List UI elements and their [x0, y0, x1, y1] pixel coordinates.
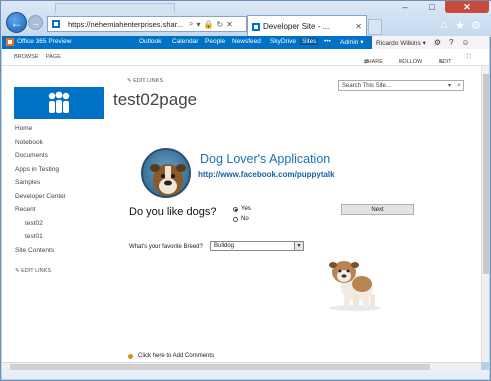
settings-gear-icon[interactable]: ⚙	[434, 38, 441, 47]
tools-gear-icon[interactable]: ⚙	[469, 18, 483, 32]
address-url[interactable]: https://nehemiahenterprises.shar...	[68, 20, 186, 29]
site-logo[interactable]	[14, 87, 104, 119]
share-label: SHARE	[364, 59, 383, 65]
breed-select[interactable]: Bulldog ▼	[210, 241, 304, 251]
follow-label: FOLLOW	[399, 59, 423, 65]
horizontal-scrollbar[interactable]	[2, 362, 481, 370]
edit-links-top[interactable]: ✎ EDIT LINKS	[127, 78, 163, 84]
background-tab[interactable]	[55, 3, 175, 13]
address-bar[interactable]: https://nehemiahenterprises.shar... ⌕ ▾ …	[47, 16, 247, 32]
suite-link-outlook[interactable]: Outlook	[139, 38, 161, 45]
radio-yes[interactable]	[233, 206, 238, 212]
nav-site-contents[interactable]: Site Contents	[15, 247, 54, 254]
people-logo-icon	[48, 91, 70, 113]
tab-developer-site[interactable]: Developer Site - ... ✕	[247, 15, 367, 37]
close-tab-icon[interactable]: ✕	[355, 22, 362, 31]
vertical-scrollbar-thumb[interactable]	[483, 74, 489, 274]
site-search-input[interactable]: Search This Site... ▾ ⌕	[338, 80, 464, 91]
edit-links-label: EDIT LINKS	[133, 78, 163, 84]
nav-developer-center[interactable]: Developer Center	[15, 193, 66, 200]
option-yes[interactable]: Yes	[233, 206, 251, 212]
suite-link-people[interactable]: People	[205, 38, 225, 45]
back-button[interactable]: ←	[6, 12, 27, 33]
stop-icon[interactable]: ✕	[226, 20, 233, 29]
option-yes-label: Yes	[241, 206, 251, 212]
nav-home[interactable]: Home	[15, 125, 32, 132]
option-no-label: No	[241, 216, 249, 222]
page-title: test02page	[113, 90, 198, 109]
bulldog-puppy-image	[329, 261, 381, 311]
nav-test01[interactable]: test01	[25, 233, 43, 240]
app-title: Dog Lover's Application	[200, 152, 331, 166]
tab-browse[interactable]: BROWSE	[14, 54, 38, 60]
comment-bullet-icon	[128, 353, 133, 359]
office-logo-icon	[6, 38, 14, 46]
nav-samples[interactable]: Samples	[15, 179, 40, 186]
refresh-icon[interactable]: ↻	[216, 20, 223, 29]
nav-test02[interactable]: test02	[25, 220, 43, 227]
user-avatar-icon[interactable]: ☺	[461, 38, 469, 47]
minimize-button[interactable]: –	[391, 1, 419, 13]
search-scope-dropdown-icon[interactable]: ▾	[448, 82, 451, 89]
tab-label: Developer Site - ...	[263, 22, 330, 31]
option-no[interactable]: No	[233, 216, 249, 222]
breed-label: What's your favorite Breed?	[129, 244, 203, 250]
user-menu[interactable]: Ricardo Wilkins ▾	[376, 39, 426, 47]
nav-apps-in-testing[interactable]: Apps in Testing	[15, 166, 59, 173]
search-icon[interactable]: ⌕	[189, 19, 193, 29]
new-tab-button[interactable]	[368, 19, 382, 35]
lock-icon: 🔒	[203, 19, 214, 29]
maximize-button[interactable]: □	[419, 1, 445, 13]
tab-favicon-icon	[252, 22, 260, 31]
suite-link-newsfeed[interactable]: Newsfeed	[232, 38, 261, 45]
nav-recent: Recent	[15, 206, 36, 213]
focus-content-icon[interactable]: ⛶	[467, 54, 471, 61]
dog-avatar-image	[141, 148, 191, 198]
edit-links-left-label: EDIT LINKS	[21, 268, 51, 274]
nav-notebook[interactable]: Notebook	[15, 139, 43, 146]
suite-more-button[interactable]: •••	[324, 38, 331, 45]
suite-link-skydrive[interactable]: SkyDrive	[270, 38, 296, 45]
app-url-link[interactable]: http://www.facebook.com/puppytalk	[198, 170, 335, 179]
add-comments-label: Click here to Add Comments	[138, 353, 215, 359]
forward-button[interactable]: →	[28, 15, 43, 30]
ribbon: BROWSE PAGE ⇄ SHARE ☆ FOLLOW ✎ EDIT ⛶	[2, 49, 489, 66]
radio-no[interactable]	[233, 216, 238, 222]
favorites-star-icon[interactable]: ★	[453, 18, 467, 32]
next-button[interactable]: Next	[341, 204, 414, 215]
status-bar	[2, 370, 489, 379]
help-icon[interactable]: ?	[449, 38, 453, 47]
chevron-down-icon[interactable]: ▼	[294, 242, 303, 250]
tab-page[interactable]: PAGE	[46, 54, 61, 60]
search-icon[interactable]: ⌕	[457, 82, 461, 90]
edit-links-left[interactable]: ✎ EDIT LINKS	[15, 268, 51, 274]
suite-brand[interactable]: Office 365 Preview	[17, 38, 71, 45]
dropdown-arrow-icon[interactable]: ▾	[196, 20, 200, 29]
close-window-button[interactable]: ✕	[445, 1, 489, 13]
suite-link-sites[interactable]: Sites	[300, 38, 319, 45]
suite-link-calendar[interactable]: Calendar	[172, 38, 198, 45]
dog-question: Do you like dogs?	[129, 206, 217, 218]
search-placeholder: Search This Site...	[342, 82, 391, 89]
admin-menu[interactable]: Admin ▾	[340, 38, 364, 46]
edit-label: EDIT	[439, 59, 452, 65]
add-comments-link[interactable]: Click here to Add Comments	[128, 353, 214, 359]
user-area: Ricardo Wilkins ▾ ⚙ ? ☺	[372, 36, 489, 49]
nav-documents[interactable]: Documents	[15, 152, 48, 159]
vertical-scrollbar[interactable]	[481, 66, 489, 362]
site-favicon-icon	[52, 20, 60, 28]
home-icon[interactable]: ⌂	[437, 18, 451, 32]
breed-selected-value: Bulldog	[214, 243, 235, 249]
